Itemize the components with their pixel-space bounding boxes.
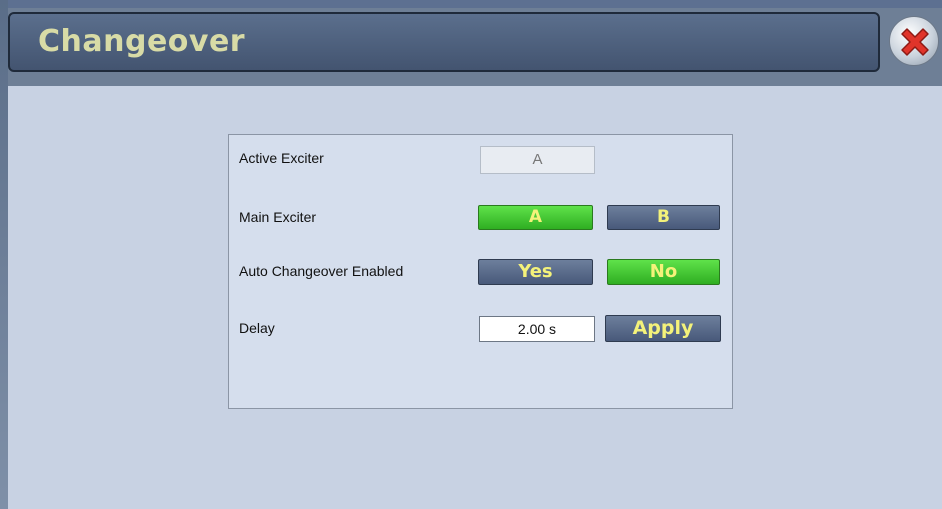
page-title: Changeover [38,24,246,59]
active-exciter-label: Active Exciter [239,150,324,166]
delay-label: Delay [239,320,275,336]
active-exciter-value: A [480,146,595,174]
auto-changeover-label: Auto Changeover Enabled [239,263,404,279]
window-left-border [0,0,8,509]
close-button[interactable] [889,16,939,66]
auto-changeover-yes-button[interactable]: Yes [478,259,593,285]
main-exciter-b-button[interactable]: B [607,205,720,230]
header-bar: Changeover [8,12,880,72]
close-icon [901,28,929,56]
delay-input[interactable]: 2.00 s [479,316,595,342]
apply-button[interactable]: Apply [605,315,721,342]
auto-changeover-no-button[interactable]: No [607,259,720,285]
main-exciter-a-button[interactable]: A [478,205,593,230]
main-exciter-label: Main Exciter [239,209,317,225]
window-top-border [0,0,942,8]
